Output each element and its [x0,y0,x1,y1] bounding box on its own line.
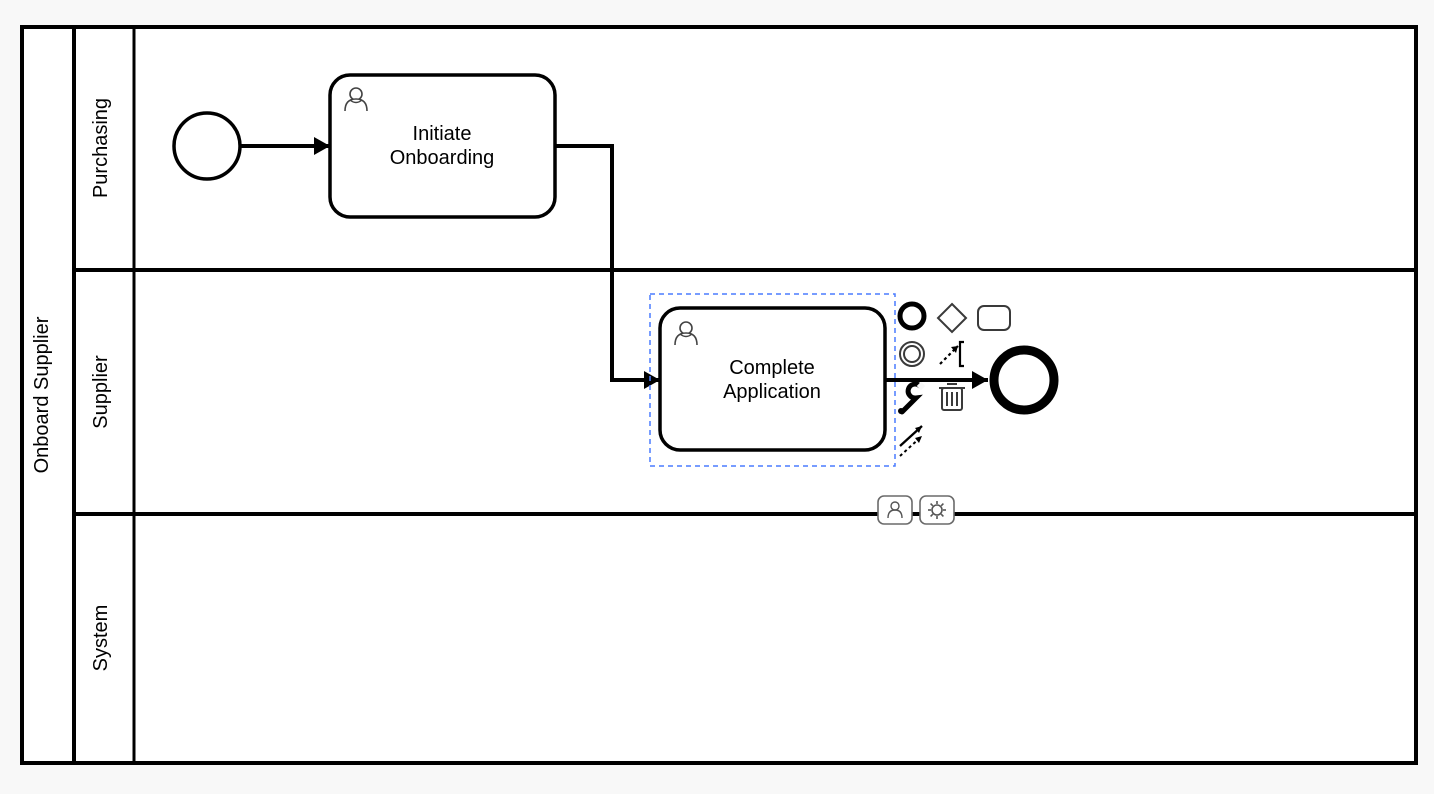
diagram-canvas[interactable]: Onboard Supplier Purchasing Supplier Sys… [0,0,1434,794]
end-event[interactable] [994,350,1054,410]
attach-service-task-button[interactable] [920,496,954,524]
start-event[interactable] [174,113,240,179]
lane-label-supplier: Supplier [90,355,112,429]
lane-label-purchasing: Purchasing [90,98,112,198]
lane-label-system: System [90,605,112,672]
task-label: Application [723,381,821,403]
lane-system[interactable]: System [90,605,112,672]
task-label: Onboarding [390,147,495,169]
task-initiate-onboarding[interactable]: Initiate Onboarding [330,75,555,217]
task-complete-application[interactable]: Complete Application [660,308,885,450]
pool-title: Onboard Supplier [31,316,53,473]
attach-user-task-button[interactable] [878,496,912,524]
task-label: Initiate [413,123,472,145]
task-label: Complete [729,357,815,379]
